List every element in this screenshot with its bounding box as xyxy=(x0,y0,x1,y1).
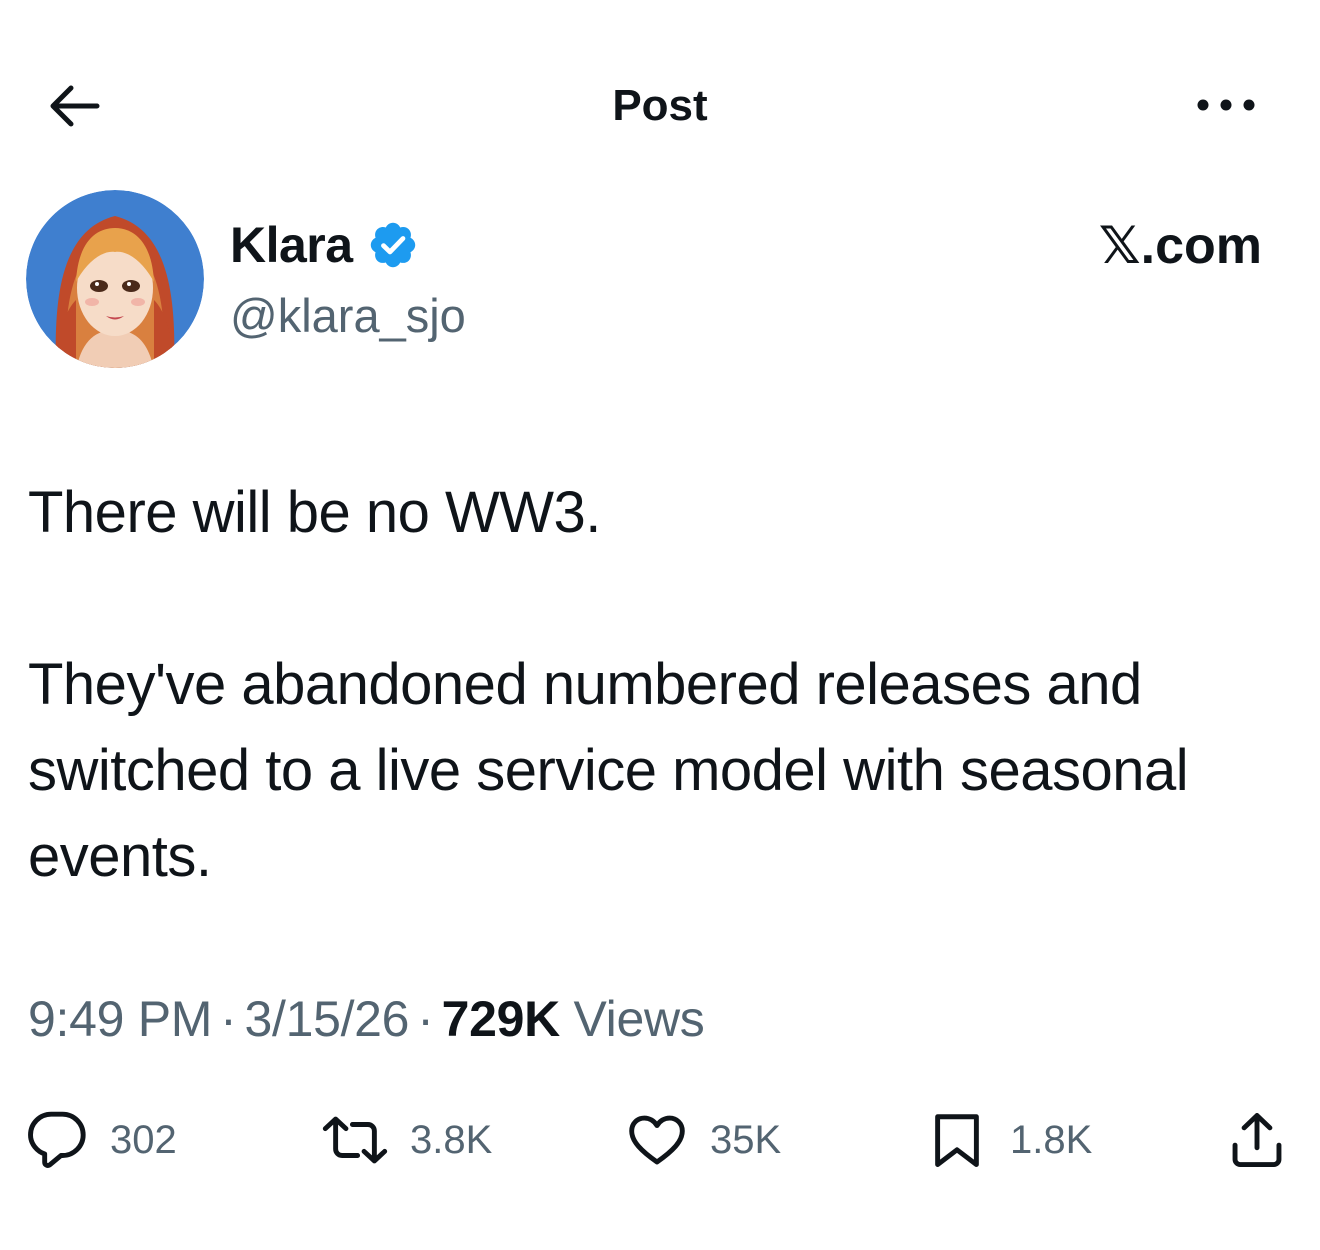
post-meta: 9:49 PM · 3/15/26 · 729K Views xyxy=(28,984,705,1054)
reply-icon xyxy=(28,1111,86,1168)
page-title: Post xyxy=(612,81,708,130)
post-time[interactable]: 9:49 PM xyxy=(28,991,212,1047)
post-paragraph: There will be no WW3. xyxy=(28,480,601,545)
reply-button[interactable]: 302 xyxy=(26,1100,177,1180)
action-bar: 302 3.8K 35K 1.8K xyxy=(0,1100,1320,1180)
avatar-illustration xyxy=(26,190,204,368)
site-watermark: 𝕏.com xyxy=(1098,217,1262,275)
like-button[interactable]: 35K xyxy=(626,1100,781,1180)
avatar[interactable] xyxy=(26,190,204,368)
heart-icon xyxy=(629,1115,685,1165)
bookmark-button[interactable]: 1.8K xyxy=(926,1100,1092,1180)
views-label: Views xyxy=(573,991,705,1047)
views-count: 729K xyxy=(441,991,561,1047)
separator: · xyxy=(417,991,434,1047)
more-horizontal-icon xyxy=(1197,99,1255,111)
reply-count: 302 xyxy=(110,1118,177,1162)
author-name: Klara xyxy=(230,217,353,273)
share-button[interactable] xyxy=(1226,1100,1288,1180)
bookmark-count: 1.8K xyxy=(1010,1118,1093,1162)
share-icon xyxy=(1232,1113,1282,1167)
verified-badge-icon xyxy=(367,219,419,271)
post-paragraph: They've abandoned numbered releases and … xyxy=(28,652,1189,889)
author-name-row[interactable]: Klara xyxy=(230,210,419,280)
bookmark-icon xyxy=(935,1114,979,1167)
repost-icon xyxy=(322,1116,388,1164)
repost-count: 3.8K xyxy=(410,1118,493,1162)
repost-button[interactable]: 3.8K xyxy=(322,1100,492,1180)
top-bar: Post xyxy=(0,0,1320,200)
post-date[interactable]: 3/15/26 xyxy=(244,991,409,1047)
separator: · xyxy=(220,991,237,1047)
like-count: 35K xyxy=(710,1118,782,1162)
author-handle[interactable]: @klara_sjo xyxy=(230,285,466,347)
post-text: There will be no WW3. They've abandoned … xyxy=(28,470,1290,900)
more-options-button[interactable] xyxy=(1190,82,1262,128)
